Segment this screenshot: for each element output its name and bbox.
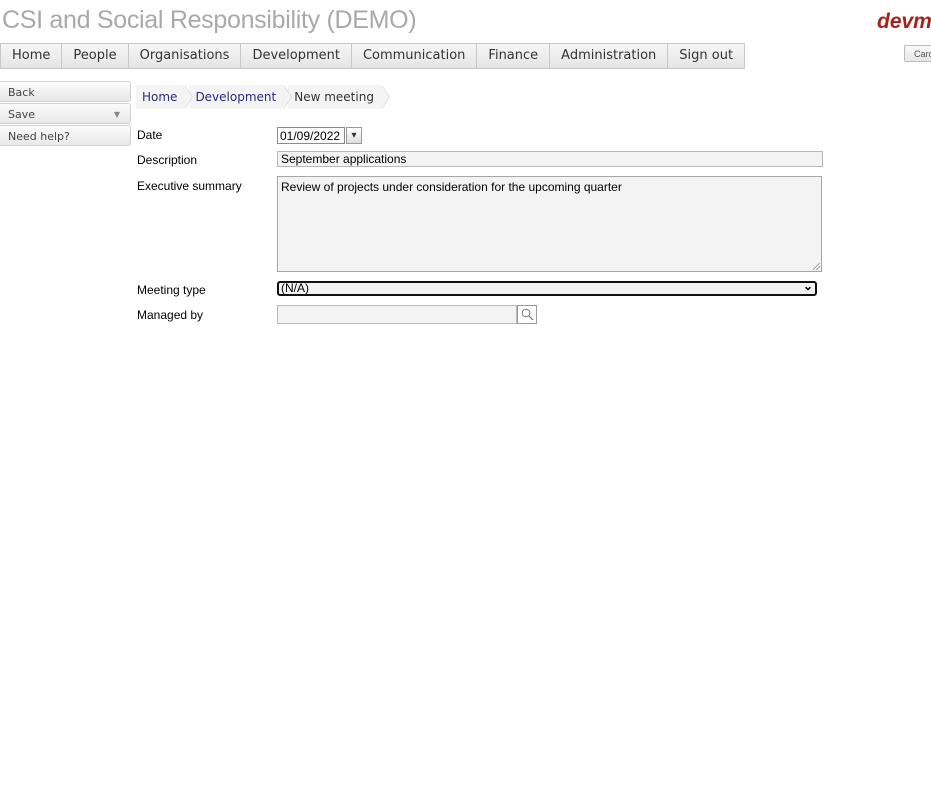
resize-grip-icon[interactable] xyxy=(813,263,820,270)
breadcrumb: Home Development New meeting xyxy=(136,85,390,109)
executive-summary-text: Review of projects under consideration f… xyxy=(281,180,622,194)
chevron-down-icon: ▾ xyxy=(351,130,357,141)
help-button-label: Need help? xyxy=(8,130,70,143)
app-title: CSI and Social Responsibility (DEMO) xyxy=(2,6,417,34)
main-menu: Home People Organisations Development Co… xyxy=(0,43,746,69)
save-button-label: Save xyxy=(8,108,36,121)
card-button[interactable]: Card xyxy=(904,45,931,62)
chevron-right-icon xyxy=(381,86,389,108)
date-picker-button[interactable]: ▾ xyxy=(346,127,362,144)
date-field[interactable]: 01/09/2022 xyxy=(277,127,345,144)
description-input[interactable]: September applications xyxy=(277,151,823,167)
chevron-right-icon xyxy=(284,86,292,108)
breadcrumb-development-label: Development xyxy=(195,90,277,104)
chevron-right-icon xyxy=(185,86,193,108)
back-button[interactable]: Back xyxy=(0,81,131,102)
date-label: Date xyxy=(137,128,163,142)
menu-item-communication[interactable]: Communication xyxy=(352,44,478,68)
breadcrumb-development[interactable]: Development xyxy=(189,85,293,109)
managed-by-label: Managed by xyxy=(137,308,204,322)
back-button-label: Back xyxy=(8,86,35,99)
breadcrumb-home-label: Home xyxy=(142,90,178,104)
save-button[interactable]: Save ▼ xyxy=(0,103,131,124)
managed-by-input[interactable] xyxy=(277,305,517,324)
meeting-type-value: (N/A) xyxy=(281,281,309,295)
menu-item-administration[interactable]: Administration xyxy=(550,44,669,68)
menu-item-people[interactable]: People xyxy=(62,44,129,68)
lookup-search-button[interactable] xyxy=(517,305,537,324)
executive-summary-textarea[interactable]: Review of projects under consideration f… xyxy=(277,176,822,272)
meeting-type-select[interactable]: (N/A) ⌄ xyxy=(277,279,817,296)
menu-item-development[interactable]: Development xyxy=(241,44,352,68)
menu-item-organisations[interactable]: Organisations xyxy=(129,44,242,68)
brand-logo: devm xyxy=(877,10,931,33)
menu-item-home[interactable]: Home xyxy=(1,44,63,68)
action-sidebar: Back Save ▼ Need help? xyxy=(0,81,131,147)
breadcrumb-new-meeting: New meeting xyxy=(288,85,390,109)
breadcrumb-new-meeting-label: New meeting xyxy=(294,90,374,104)
chevron-down-icon: ⌄ xyxy=(802,279,813,293)
chevron-down-icon: ▼ xyxy=(113,110,120,119)
help-button[interactable]: Need help? xyxy=(0,125,131,146)
menu-item-sign-out[interactable]: Sign out xyxy=(668,44,744,68)
description-label: Description xyxy=(137,153,198,167)
breadcrumb-home[interactable]: Home xyxy=(136,85,194,109)
meeting-type-label: Meeting type xyxy=(137,283,206,297)
menu-item-finance[interactable]: Finance xyxy=(477,44,551,68)
search-icon xyxy=(521,308,534,321)
executive-summary-label: Executive summary xyxy=(137,179,242,193)
